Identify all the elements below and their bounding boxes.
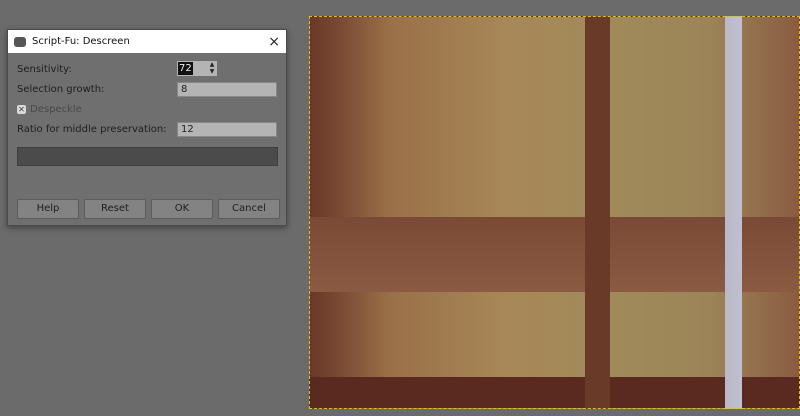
despeckle-label: Despeckle: [30, 104, 82, 115]
progress-bar: [17, 147, 278, 166]
title-bar[interactable]: Script-Fu: Descreen ×: [8, 30, 286, 53]
spin-up-icon[interactable]: ▲: [207, 61, 217, 68]
selection-growth-label: Selection growth:: [17, 84, 105, 95]
reset-button[interactable]: Reset: [84, 199, 146, 219]
help-button[interactable]: Help: [17, 199, 79, 219]
descreen-dialog: Script-Fu: Descreen × Sensitivity: 72 ▲ ▼…: [7, 29, 287, 226]
ratio-label: Ratio for middle preservation:: [17, 124, 167, 135]
gimp-logo-icon: [14, 36, 26, 47]
spin-down-icon[interactable]: ▼: [207, 68, 217, 75]
despeckle-checkbox[interactable]: ✕ Despeckle: [17, 104, 82, 115]
close-icon[interactable]: ×: [268, 34, 280, 50]
ratio-input[interactable]: 12: [177, 122, 277, 137]
cancel-button[interactable]: Cancel: [218, 199, 280, 219]
selection-growth-input[interactable]: 8: [177, 82, 277, 97]
sensitivity-label: Sensitivity:: [17, 64, 72, 75]
sensitivity-spinner[interactable]: 72 ▲ ▼: [177, 61, 217, 76]
ok-button[interactable]: OK: [151, 199, 213, 219]
checkbox-icon: ✕: [17, 105, 26, 114]
image-canvas[interactable]: [309, 16, 800, 409]
sensitivity-value[interactable]: 72: [178, 62, 193, 75]
dialog-title: Script-Fu: Descreen: [32, 36, 130, 47]
